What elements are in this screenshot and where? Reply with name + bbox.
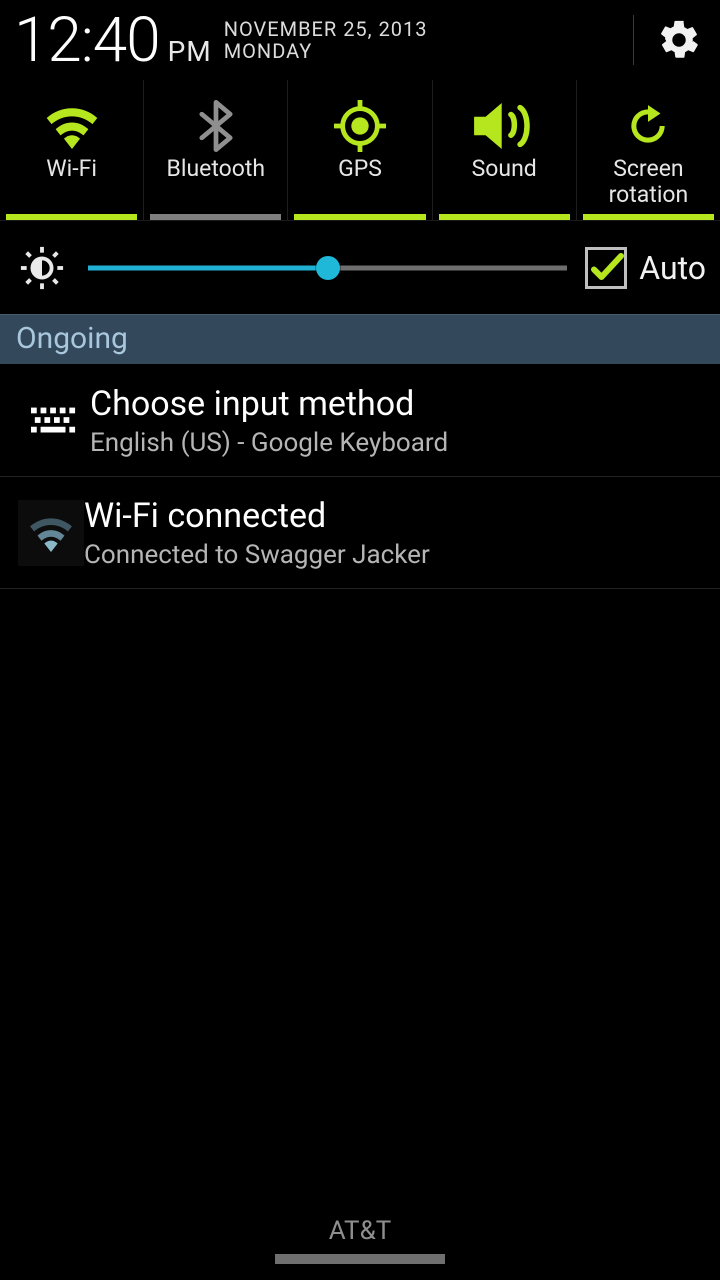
wifi-small-icon	[18, 500, 84, 566]
day-text: MONDAY	[224, 40, 428, 62]
toggle-screen-rotation[interactable]: Screen rotation	[577, 80, 720, 220]
divider	[633, 15, 634, 65]
toggle-label: Sound	[472, 156, 537, 182]
toggle-label: Bluetooth	[167, 156, 266, 182]
toggle-gps[interactable]: GPS	[288, 80, 432, 220]
toggle-indicator	[6, 214, 137, 220]
auto-brightness-toggle[interactable]: Auto	[585, 247, 706, 289]
toggle-label: Wi-Fi	[46, 156, 97, 182]
panel-footer: AT&T	[0, 1216, 720, 1264]
gps-icon	[334, 96, 386, 156]
notification-wifi-connected[interactable]: Wi-Fi connected Connected to Swagger Jac…	[0, 477, 720, 589]
status-bar: 12:40 PM NOVEMBER 25, 2013 MONDAY	[0, 0, 720, 80]
checkbox[interactable]	[585, 247, 627, 289]
toggle-sound[interactable]: Sound	[433, 80, 577, 220]
wifi-icon	[42, 96, 102, 156]
rotate-icon	[623, 96, 673, 156]
auto-label: Auto	[639, 249, 706, 287]
slider-thumb[interactable]	[316, 256, 340, 280]
slider-fill	[88, 265, 328, 270]
brightness-icon	[14, 245, 70, 291]
clock-time: 12:40	[14, 4, 160, 77]
brightness-row: Auto	[0, 220, 720, 314]
toggle-indicator	[294, 214, 425, 220]
check-icon	[588, 246, 624, 290]
brightness-slider[interactable]	[88, 248, 567, 288]
toggle-indicator	[583, 214, 714, 220]
toggle-indicator	[439, 214, 570, 220]
carrier-label: AT&T	[329, 1216, 392, 1246]
sound-icon	[474, 96, 534, 156]
bluetooth-icon	[199, 96, 233, 156]
notification-title: Choose input method	[90, 384, 700, 424]
notification-subtitle: Connected to Swagger Jacker	[84, 540, 700, 570]
toggle-wifi[interactable]: Wi-Fi	[0, 80, 144, 220]
notification-input-method[interactable]: Choose input method English (US) - Googl…	[0, 365, 720, 477]
quick-toggle-row: Wi-Fi Bluetooth GPS	[0, 80, 720, 220]
notification-subtitle: English (US) - Google Keyboard	[90, 428, 700, 458]
toggle-label: Screen rotation	[577, 156, 720, 208]
toggle-bluetooth[interactable]: Bluetooth	[144, 80, 288, 220]
drag-handle[interactable]	[275, 1254, 445, 1264]
section-header-ongoing: Ongoing	[0, 314, 720, 365]
keyboard-icon	[18, 406, 90, 436]
date-text: NOVEMBER 25, 2013	[224, 18, 428, 40]
toggle-indicator	[150, 214, 281, 220]
clock-ampm: PM	[168, 35, 212, 68]
notification-title: Wi-Fi connected	[84, 496, 700, 536]
toggle-label: GPS	[338, 156, 382, 182]
date-block: NOVEMBER 25, 2013 MONDAY	[224, 18, 428, 62]
settings-button[interactable]	[656, 17, 702, 63]
gear-icon	[656, 17, 702, 63]
clock: 12:40 PM	[14, 4, 212, 77]
